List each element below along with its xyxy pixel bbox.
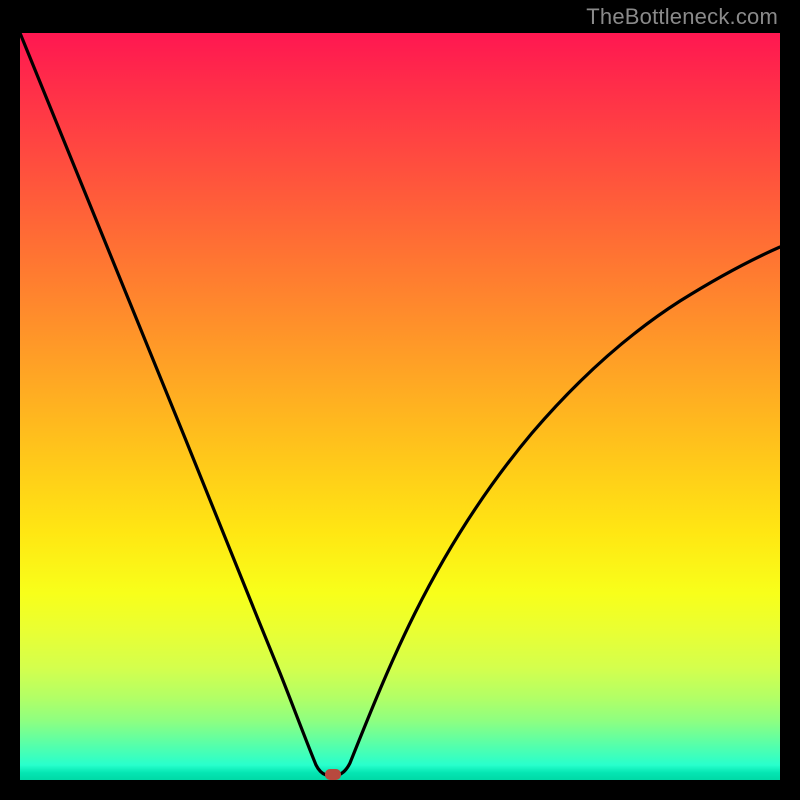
bottleneck-curve xyxy=(20,33,780,775)
watermark-text: TheBottleneck.com xyxy=(586,4,778,30)
chart-frame: TheBottleneck.com xyxy=(0,0,800,800)
curve-overlay xyxy=(20,33,780,780)
min-marker xyxy=(325,769,341,780)
